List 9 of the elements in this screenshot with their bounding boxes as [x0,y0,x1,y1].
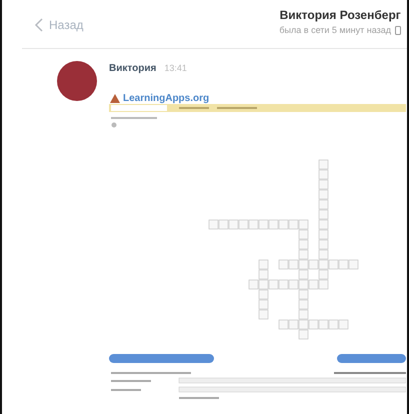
contact-name: Виктория Розенберг [280,8,401,22]
phone-icon [395,26,401,34]
chevron-left-icon [34,18,43,32]
author-name: Виктория [109,63,156,74]
back-button[interactable]: Назад [34,14,84,36]
avatar [57,61,97,101]
message-time: 13:41 [164,63,187,73]
last-seen-status: была в сети 5 минут назад [279,25,391,35]
site-logo-text: LearningApps.org [123,93,210,104]
